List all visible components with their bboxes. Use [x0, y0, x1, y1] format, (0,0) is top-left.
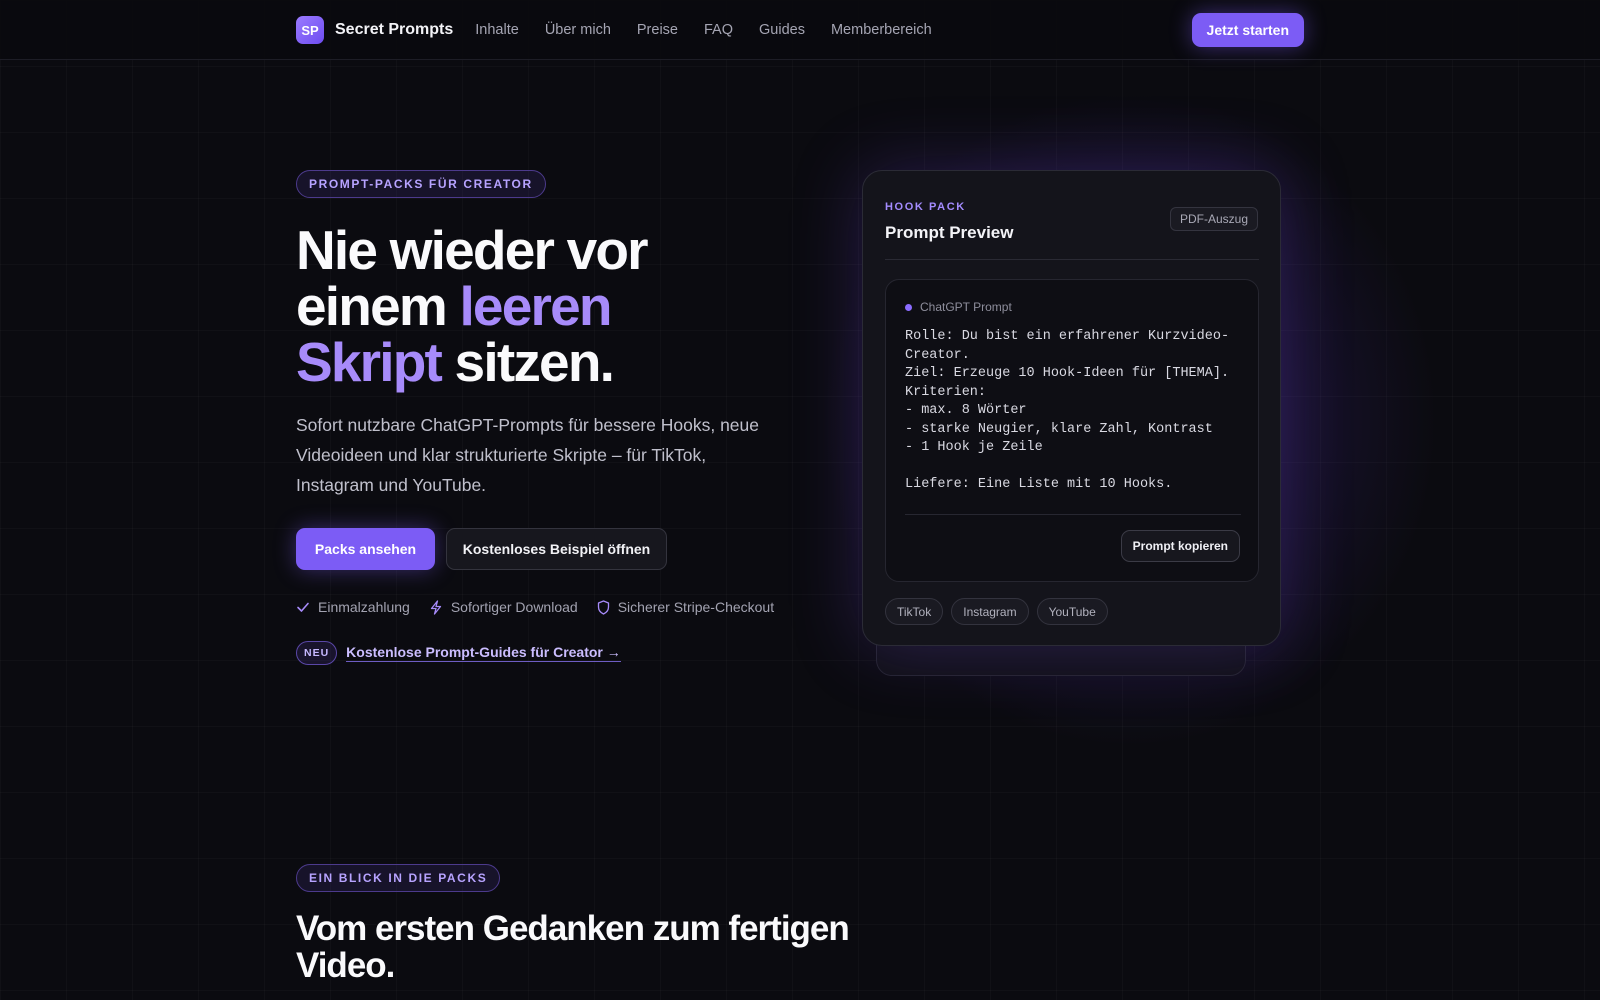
status-dot-icon [905, 303, 912, 311]
feature-label: Einmalzahlung [318, 599, 410, 615]
top-navigation: SP Secret Prompts Inhalte Über mich Prei… [0, 0, 1600, 60]
prompt-box: ChatGPT Prompt Rolle: Du bist ein erfahr… [885, 279, 1259, 582]
card-kicker: HOOK PACK [885, 201, 966, 213]
copy-prompt-button[interactable]: Prompt kopieren [1120, 530, 1240, 562]
nav-link-faq[interactable]: FAQ [704, 22, 733, 38]
section-eyebrow-pill: EIN BLICK IN DIE PACKS [296, 864, 501, 892]
prompt-label-row: ChatGPT Prompt [905, 300, 1012, 314]
headline-accent-skript: Skript [296, 331, 443, 393]
tag-youtube: YouTube [1036, 598, 1108, 625]
brand-name[interactable]: Secret Prompts [335, 21, 453, 39]
prompt-preview-card: HOOK PACK Prompt Preview PDF-Auszug Chat… [862, 170, 1281, 646]
check-icon [297, 602, 309, 612]
nav-inner: SP Secret Prompts Inhalte Über mich Prei… [296, 0, 1304, 60]
prompt-divider [905, 514, 1241, 515]
feature-label: Sicherer Stripe-Checkout [617, 599, 775, 615]
nav-link-ueber-mich[interactable]: Über mich [545, 22, 611, 38]
free-guides-link[interactable]: Kostenlose Prompt-Guides für Creator → [346, 644, 621, 662]
tag-tiktok: TikTok [885, 598, 944, 625]
background-grid [0, 0, 1600, 1000]
logo-icon[interactable]: SP [296, 16, 324, 44]
headline-accent-leeren: leeren [459, 275, 612, 337]
platform-tags: TikTok Instagram YouTube [885, 598, 1116, 625]
headline-line-2-plain: einem [296, 275, 460, 337]
hero-eyebrow-pill: PROMPT-PACKS FÜR CREATOR [296, 170, 546, 198]
new-badge: NEU [296, 641, 338, 665]
feature-item: Sicherer Stripe-Checkout [597, 599, 774, 615]
pdf-excerpt-badge: PDF-Auszug [1169, 207, 1258, 231]
nav-link-inhalte[interactable]: Inhalte [475, 22, 519, 38]
tag-instagram: Instagram [951, 598, 1029, 625]
nav-links: Inhalte Über mich Preise FAQ Guides Memb… [475, 22, 957, 38]
card-title: Prompt Preview [885, 223, 1014, 242]
headline-line-3-plain: sitzen. [441, 331, 615, 393]
headline-line-1: Nie wieder vor [296, 219, 649, 281]
lightning-icon [430, 599, 441, 615]
feature-item: Sofortiger Download [429, 599, 578, 615]
start-now-button[interactable]: Jetzt starten [1191, 13, 1304, 47]
new-guides-row: NEU Kostenlose Prompt-Guides für Creator… [296, 641, 621, 665]
shield-icon [597, 599, 609, 615]
logo-mark: SP [301, 22, 319, 38]
prompt-text: Rolle: Du bist ein erfahrener Kurzvideo-… [905, 329, 1230, 492]
feature-label: Sofortiger Download [450, 599, 578, 615]
nav-link-guides[interactable]: Guides [759, 22, 805, 38]
view-packs-button[interactable]: Packs ansehen [296, 528, 435, 570]
feature-item: Einmalzahlung [296, 599, 410, 615]
feature-list: Einmalzahlung Sofortiger Download Sicher… [296, 599, 793, 615]
card-divider [885, 259, 1259, 260]
section-title: Vom ersten Gedanken zum fertigen Video. [296, 909, 850, 985]
nav-link-memberbereich[interactable]: Memberbereich [831, 22, 932, 38]
free-example-button[interactable]: Kostenloses Beispiel öffnen [446, 528, 667, 570]
prompt-label: ChatGPT Prompt [920, 300, 1012, 314]
hero-subtitle: Sofort nutzbare ChatGPT-Prompts für bess… [296, 415, 759, 495]
hero-headline: Nie wieder vor einem leeren Skript sitze… [296, 222, 816, 390]
nav-link-preise[interactable]: Preise [637, 22, 678, 38]
